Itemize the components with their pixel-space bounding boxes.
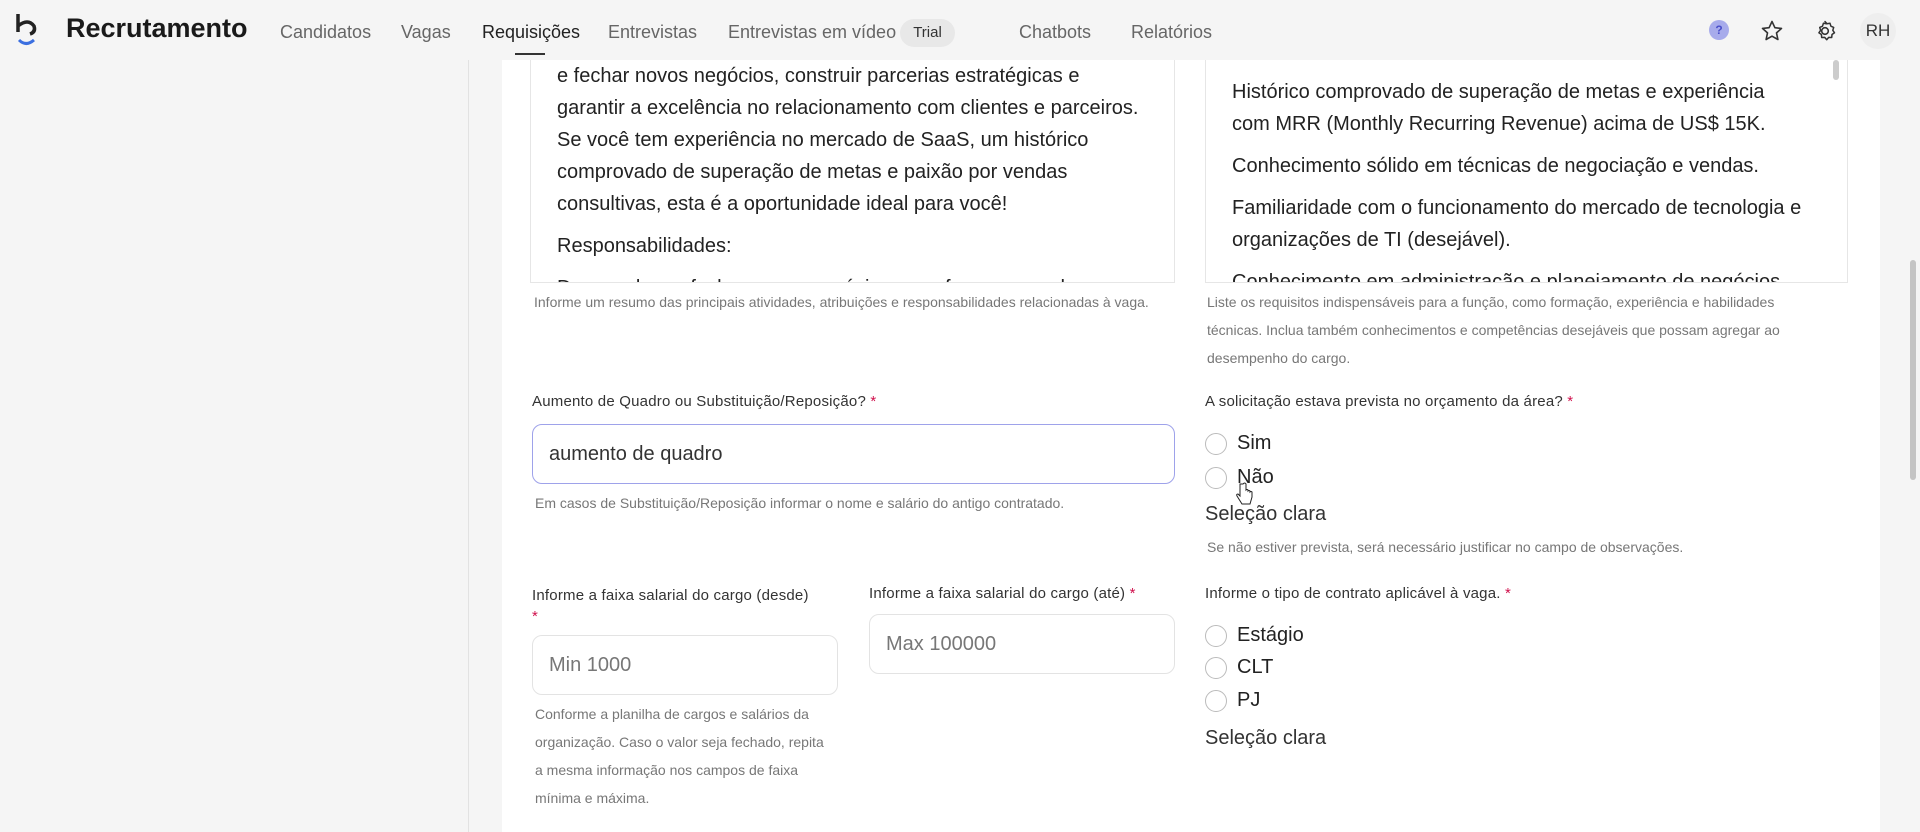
- textarea-scrollbar[interactable]: [1833, 60, 1839, 80]
- page-scrollbar-thumb[interactable]: [1910, 260, 1916, 480]
- salary-min-input[interactable]: Min 1000: [532, 635, 838, 695]
- salary-max-label: Informe a faixa salarial do cargo (até) …: [869, 585, 1136, 602]
- salary-max-input[interactable]: Max 100000: [869, 614, 1175, 674]
- contract-clear-selection[interactable]: Seleção clara: [1205, 727, 1326, 750]
- budget-help: Se não estiver prevista, será necessário…: [1207, 539, 1684, 555]
- requirements-textarea[interactable]: Histórico comprovado de superação de met…: [1205, 60, 1848, 283]
- label-text: A solicitação estava prevista no orçamen…: [1205, 393, 1563, 410]
- budget-option-sim[interactable]: Sim: [1205, 432, 1271, 455]
- headcount-input[interactable]: aumento de quadro: [532, 424, 1175, 484]
- required-mark: *: [1505, 585, 1512, 602]
- description-paragraph: e fechar novos negócios, construir parce…: [557, 65, 1139, 215]
- requirements-help: Liste os requisitos indispensáveis para …: [1207, 294, 1780, 366]
- contract-option-pj[interactable]: PJ: [1205, 689, 1260, 712]
- radio-circle[interactable]: [1205, 432, 1227, 455]
- active-tab-indicator: [515, 53, 545, 55]
- requirement-item: Conhecimento em administração e planejam…: [1232, 271, 1781, 283]
- radio-circle[interactable]: [1205, 466, 1227, 489]
- trial-badge: Trial: [900, 19, 955, 47]
- star-icon[interactable]: [1760, 19, 1784, 43]
- user-avatar[interactable]: RH: [1860, 13, 1896, 49]
- nav-entrevistas[interactable]: Entrevistas: [608, 22, 697, 43]
- requirement-item: Conhecimento sólido em técnicas de negoc…: [1232, 155, 1759, 177]
- required-mark: *: [870, 393, 877, 410]
- contract-label: Informe o tipo de contrato aplicável à v…: [1205, 585, 1511, 602]
- requirement-item: Familiaridade com o funcionamento do mer…: [1232, 197, 1802, 251]
- radio-circle[interactable]: [1205, 689, 1227, 712]
- label-text: Informe a faixa salarial do cargo (até): [869, 585, 1126, 602]
- app-title: Recrutamento: [66, 13, 248, 43]
- label-text: Informe a faixa salarial do cargo (desde…: [532, 587, 809, 604]
- requirement-item: Histórico comprovado de superação de met…: [1232, 81, 1766, 135]
- salary-min-label: Informe a faixa salarial do cargo (desde…: [532, 585, 842, 627]
- salary-min-help: Conforme a planilha de cargos e salários…: [535, 706, 824, 806]
- radio-label: Sim: [1237, 432, 1272, 454]
- required-mark: *: [532, 608, 539, 625]
- description-paragraph: Responsabilidades:: [557, 235, 732, 257]
- label-text: Aumento de Quadro ou Substituição/Reposi…: [532, 393, 867, 410]
- gear-icon[interactable]: [1813, 19, 1837, 43]
- required-mark: *: [1129, 585, 1136, 602]
- radio-label: CLT: [1237, 656, 1274, 678]
- budget-clear-selection[interactable]: Seleção clara: [1205, 503, 1326, 526]
- description-paragraph: Desenvolver e fechar novos negócios, com…: [557, 272, 1148, 282]
- radio-circle[interactable]: [1205, 656, 1227, 679]
- radio-label: PJ: [1237, 689, 1261, 711]
- nav-chatbots[interactable]: Chatbots: [1019, 22, 1091, 43]
- contract-option-estagio[interactable]: Estágio: [1205, 624, 1304, 647]
- nav-vagas[interactable]: Vagas: [401, 22, 451, 43]
- headcount-help: Em casos de Substituição/Reposição infor…: [535, 495, 1065, 511]
- radio-label: Estágio: [1237, 624, 1304, 646]
- nav-candidatos[interactable]: Candidatos: [280, 22, 371, 43]
- help-icon[interactable]: ?: [1709, 20, 1729, 40]
- radio-circle[interactable]: [1205, 624, 1227, 647]
- budget-label: A solicitação estava prevista no orçamen…: [1205, 393, 1573, 410]
- nav-requisicoes[interactable]: Requisições: [482, 22, 580, 43]
- required-mark: *: [1567, 393, 1574, 410]
- logo-icon: [16, 14, 37, 45]
- headcount-label: Aumento de Quadro ou Substituição/Reposi…: [532, 393, 876, 410]
- left-sidebar: [0, 60, 469, 832]
- description-help: Informe um resumo das principais ativida…: [534, 294, 1149, 310]
- label-text: Informe o tipo de contrato aplicável à v…: [1205, 585, 1501, 602]
- contract-option-clt[interactable]: CLT: [1205, 656, 1273, 679]
- nav-relatorios[interactable]: Relatórios: [1131, 22, 1212, 43]
- nav-entrevistas-video[interactable]: Entrevistas em vídeo: [728, 22, 896, 43]
- top-nav: Recrutamento Candidatos Vagas Requisiçõe…: [0, 0, 1920, 60]
- description-textarea[interactable]: e fechar novos negócios, construir parce…: [530, 60, 1175, 283]
